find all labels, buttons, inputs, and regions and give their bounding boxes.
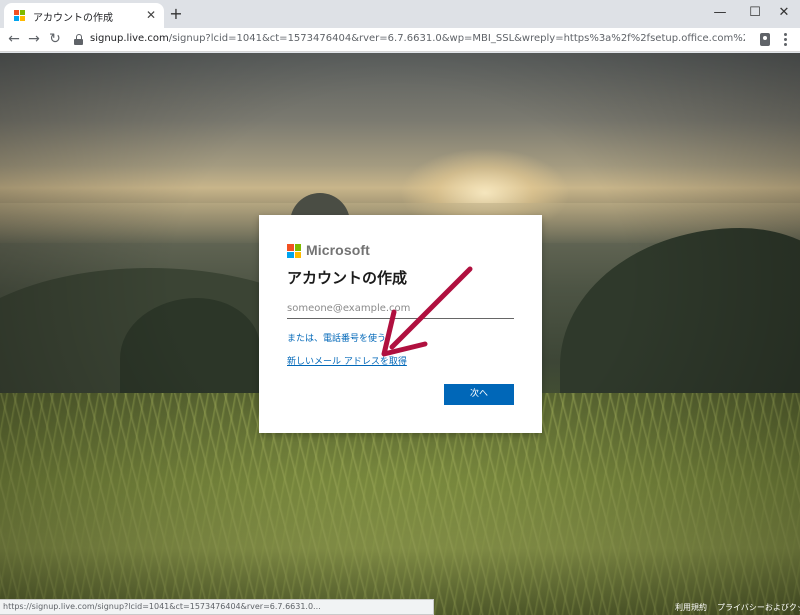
tab-close-icon[interactable]: ✕: [146, 7, 156, 23]
menu-icon[interactable]: [784, 33, 788, 47]
profile-icon[interactable]: [760, 33, 770, 46]
next-button[interactable]: 次へ: [444, 384, 514, 405]
tab-strip: アカウントの作成 ✕ + — ☐ ✕: [0, 0, 800, 28]
privacy-link[interactable]: プライバシーおよびクッキー: [717, 602, 800, 613]
terms-link[interactable]: 利用規約: [675, 602, 707, 613]
reload-icon[interactable]: ↻: [47, 30, 63, 48]
minimize-button[interactable]: —: [713, 5, 727, 21]
browser-toolbar: ← → ↻ signup.live.com/signup?lcid=1041&c…: [0, 28, 800, 52]
tab-title: アカウントの作成: [33, 13, 113, 24]
url-path: /signup?lcid=1041&ct=1573476404&rver=6.7…: [168, 33, 745, 44]
back-icon[interactable]: ←: [6, 30, 22, 48]
lock-icon[interactable]: [74, 34, 83, 45]
url-host: signup.live.com: [90, 33, 169, 44]
maximize-button[interactable]: ☐: [748, 5, 762, 21]
browser-tab[interactable]: アカウントの作成 ✕: [4, 3, 164, 28]
annotation-arrow-icon: [381, 266, 473, 357]
microsoft-logo-icon: [287, 244, 301, 258]
close-window-button[interactable]: ✕: [777, 5, 791, 21]
address-bar[interactable]: signup.live.com/signup?lcid=1041&ct=1573…: [68, 30, 750, 50]
arrow-shaft: [389, 266, 473, 350]
url-text[interactable]: signup.live.com/signup?lcid=1041&ct=1573…: [90, 33, 745, 44]
microsoft-favicon-icon: [14, 10, 26, 22]
forward-icon[interactable]: →: [26, 30, 42, 48]
microsoft-wordmark: Microsoft: [306, 242, 370, 258]
new-tab-button[interactable]: +: [168, 5, 184, 23]
status-bar: https://signup.live.com/signup?lcid=1041…: [0, 599, 434, 615]
status-url: https://signup.live.com/signup?lcid=1041…: [3, 602, 321, 611]
